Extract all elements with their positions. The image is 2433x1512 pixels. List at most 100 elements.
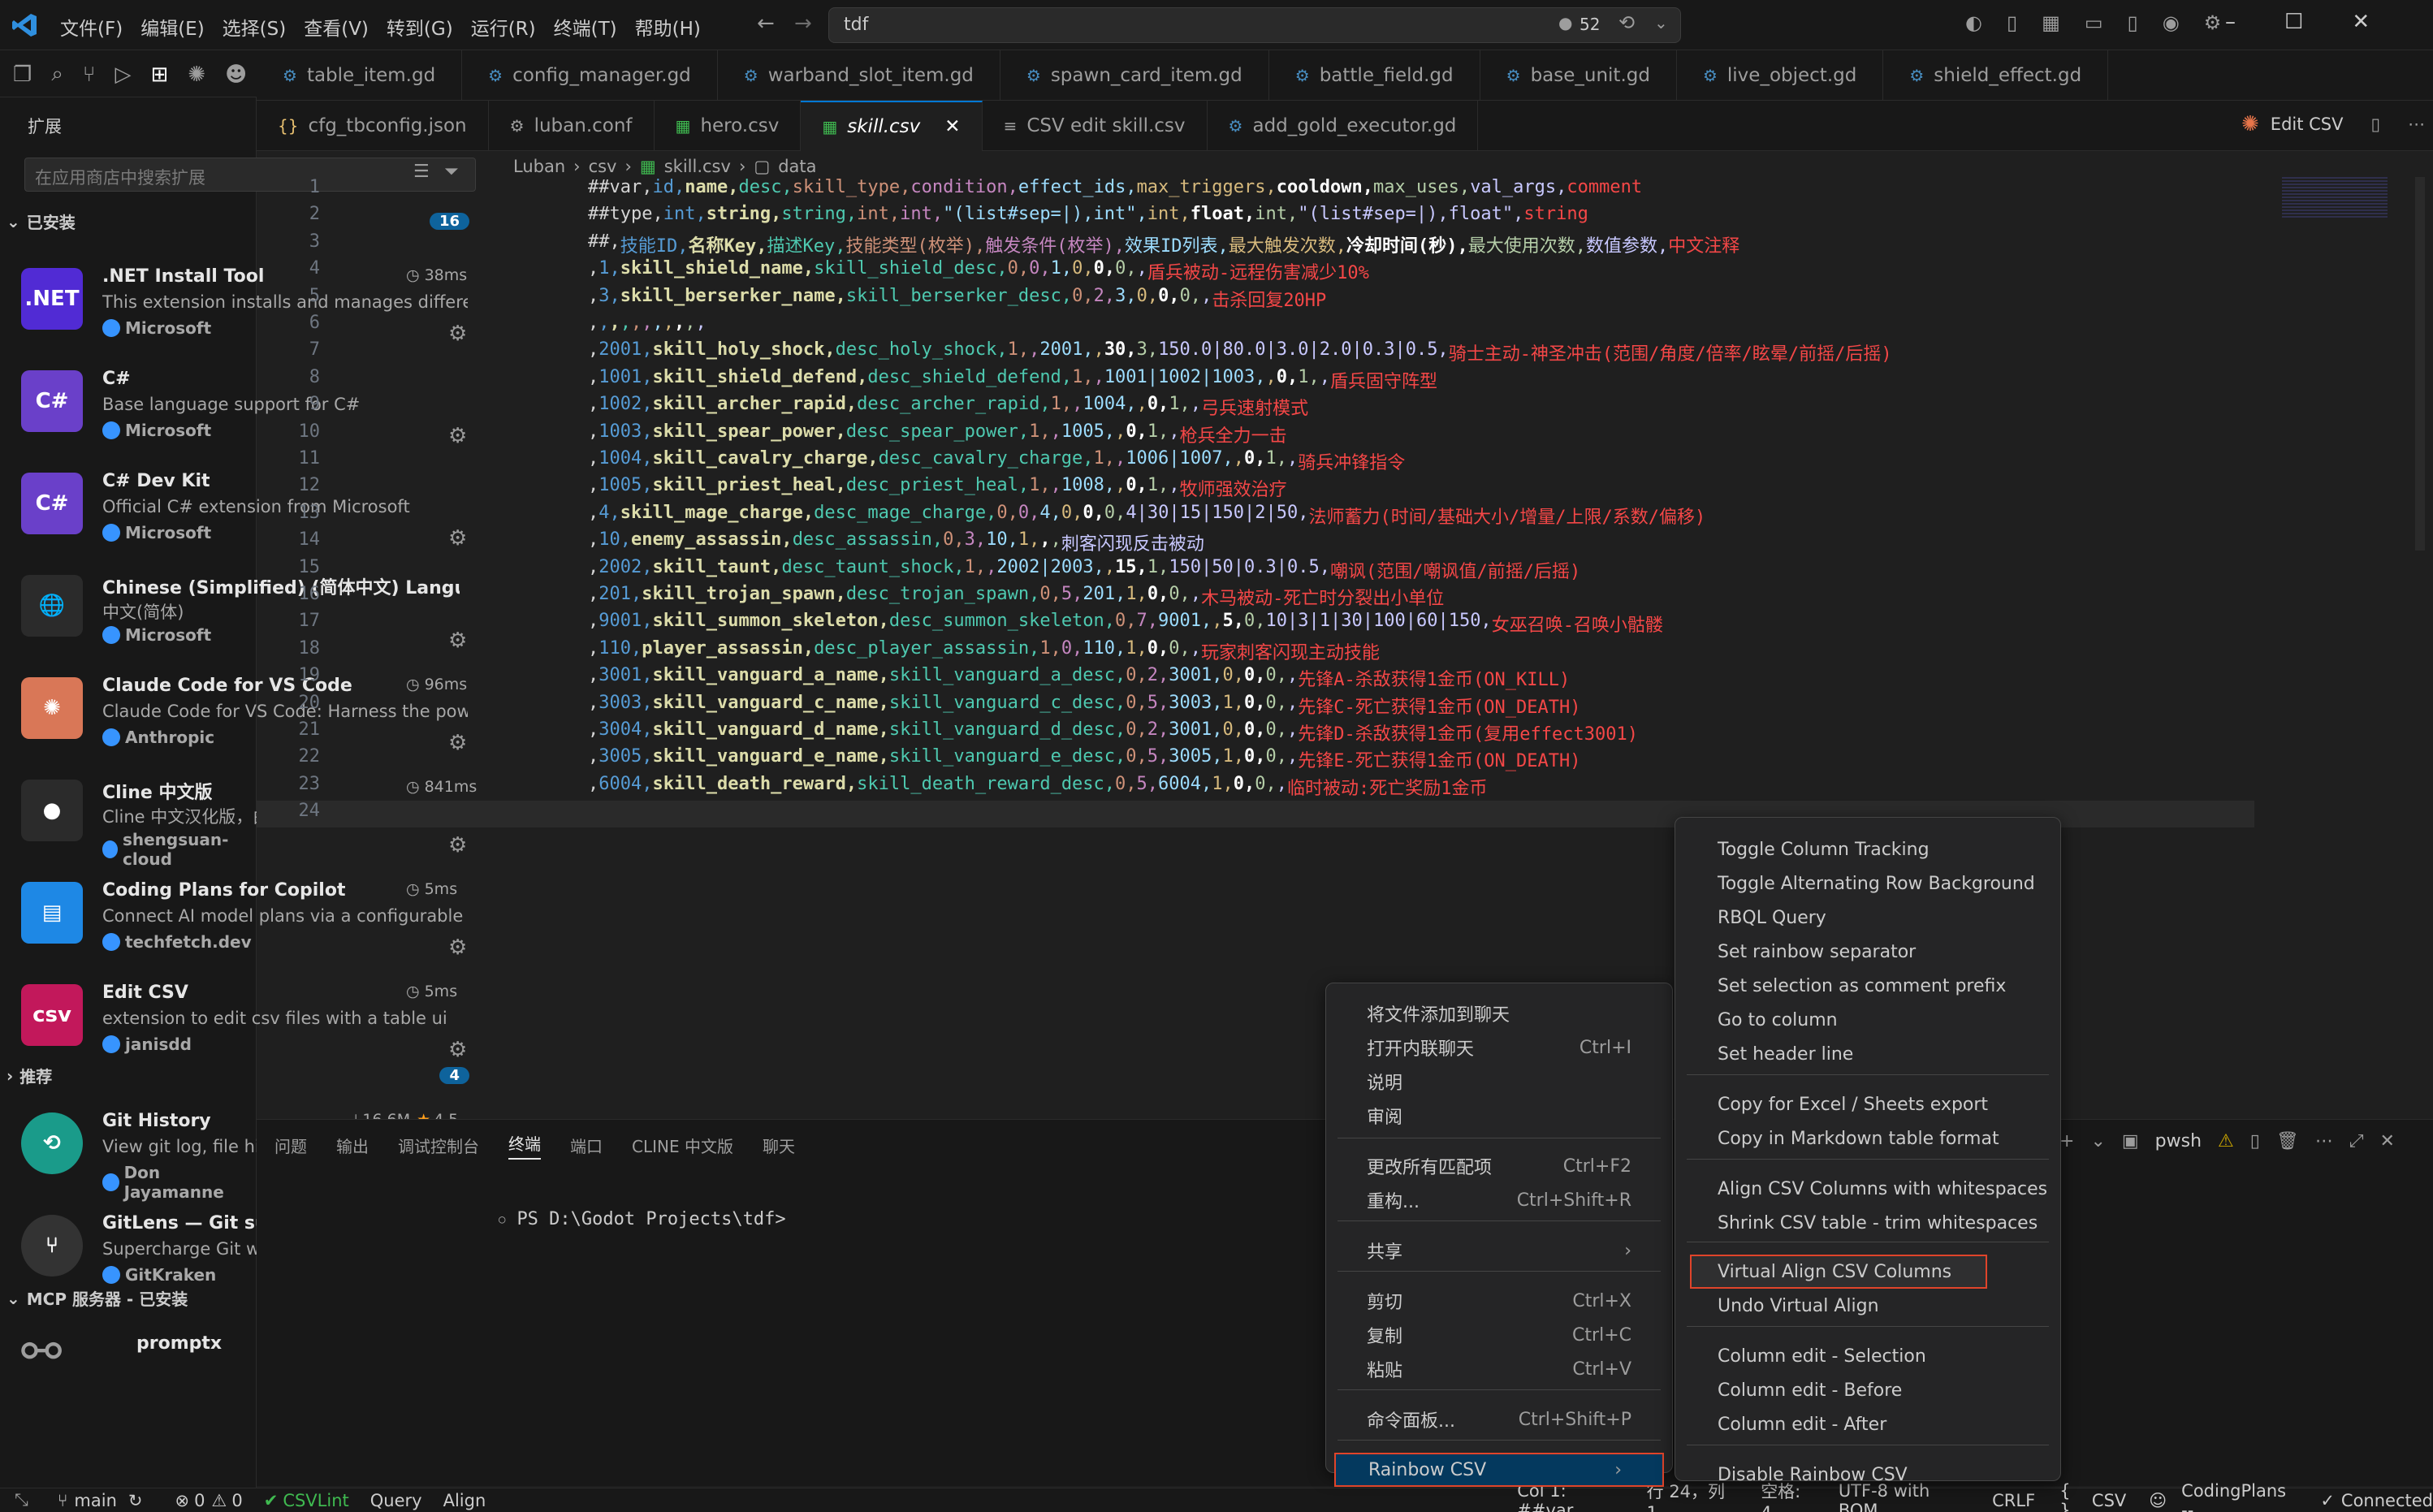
context-menu-item[interactable]: 重构... Ctrl+Shift+R: [1326, 1183, 1672, 1217]
close-window-icon[interactable]: ✕: [2352, 10, 2370, 34]
new-terminal-icon[interactable]: +: [2059, 1131, 2074, 1151]
editor-tab[interactable]: ⚙ battle_field.gd: [1269, 50, 1480, 101]
breadcrumb-luban[interactable]: Luban: [513, 157, 565, 176]
forward-arrow-icon[interactable]: →: [794, 11, 812, 36]
menu-terminal[interactable]: 终端(T): [554, 13, 617, 41]
context-menu-item[interactable]: Rainbow CSV ›: [1334, 1453, 1664, 1487]
editor-tab[interactable]: ⚙ live_object.gd: [1677, 50, 1884, 101]
editor-tab[interactable]: {} cfg_tbconfig.json: [257, 101, 489, 151]
submenu-item[interactable]: Virtual Align CSV Columns: [1690, 1255, 1987, 1289]
submenu-item[interactable]: Copy in Markdown table format: [1675, 1121, 2060, 1156]
sync-icon[interactable]: ↻: [128, 1491, 143, 1510]
menu-edit[interactable]: 编辑(E): [140, 13, 204, 41]
context-menu-item[interactable]: 命令面板... Ctrl+Shift+P: [1326, 1402, 1672, 1436]
warning-count[interactable]: 0: [231, 1491, 242, 1510]
context-menu-item[interactable]: 更改所有匹配项 Ctrl+F2: [1326, 1149, 1672, 1183]
submenu-item[interactable]: Disable Rainbow CSV: [1675, 1458, 2060, 1492]
breadcrumb-file[interactable]: skill.csv: [664, 157, 731, 176]
panel-more-icon[interactable]: ⋯: [2315, 1131, 2333, 1151]
submenu-item[interactable]: Align CSV Columns with whitespaces: [1675, 1172, 2060, 1206]
submenu-item[interactable]: Column edit - After: [1675, 1407, 2060, 1441]
submenu-item[interactable]: Set rainbow separator: [1675, 935, 2060, 969]
chevron-down-icon[interactable]: ⌄: [1654, 13, 1668, 32]
menu-go[interactable]: 转到(G): [387, 13, 453, 41]
submenu-item[interactable]: Toggle Column Tracking: [1675, 832, 2060, 866]
language-mode[interactable]: CSV: [2092, 1491, 2126, 1510]
extension-gear-icon[interactable]: ⚙: [448, 833, 467, 858]
maximize-icon[interactable]: ☐: [2284, 10, 2303, 34]
panel-tab[interactable]: 终端: [508, 1131, 541, 1160]
extension-item[interactable]: ✺ Claude Code for VS Code ◷ 96ms Claude Code…: [0, 663, 468, 765]
context-menu-item[interactable]: 将文件添加到聊天: [1326, 996, 1672, 1030]
source-control-icon[interactable]: ⑂: [83, 63, 96, 87]
extension-gear-icon[interactable]: ⚙: [448, 935, 467, 960]
context-menu-item[interactable]: 剪切 Ctrl+X: [1326, 1284, 1672, 1318]
extension-gear-icon[interactable]: ⚙: [448, 1038, 467, 1062]
panel-tab[interactable]: 输出: [336, 1134, 369, 1157]
command-center-search[interactable]: tdf ● 52 ⟲ ⌄: [828, 7, 1681, 43]
editor-tab[interactable]: ▦ hero.csv: [655, 101, 802, 151]
panel-tab[interactable]: 端口: [570, 1134, 603, 1157]
coding-plans-status[interactable]: CodingPlans --: [2181, 1481, 2297, 1512]
minimap[interactable]: [2282, 177, 2388, 218]
editor-tab[interactable]: ⚙ luban.conf: [489, 101, 655, 151]
panel-tab[interactable]: 聊天: [763, 1134, 795, 1157]
extension-item[interactable]: C# C# Base language support for C# Microsof…: [0, 356, 467, 458]
editor-tab[interactable]: ≡ CSV edit skill.csv: [983, 101, 1208, 151]
connected-status[interactable]: Connected: [2341, 1491, 2433, 1510]
copilot-icon[interactable]: ⟲: [1618, 11, 1635, 34]
explorer-icon[interactable]: ❐: [13, 63, 32, 87]
cline-icon[interactable]: ☻: [225, 63, 247, 87]
terminal-name[interactable]: pwsh: [2155, 1131, 2202, 1151]
toggle-secondary-icon[interactable]: ▯: [2128, 11, 2138, 34]
context-menu-item[interactable]: 打开内联聊天 Ctrl+I: [1326, 1030, 1672, 1065]
terminal-dropdown-icon[interactable]: ⌄: [2090, 1131, 2105, 1151]
claude-icon[interactable]: ✺: [188, 63, 205, 87]
menu-view[interactable]: 查看(V): [304, 13, 369, 41]
account-icon[interactable]: ◉: [2163, 11, 2180, 34]
toggle-panel-icon[interactable]: ▭: [2085, 11, 2103, 34]
edit-csv-icon[interactable]: ✺: [2241, 112, 2259, 136]
submenu-item[interactable]: Shrink CSV table - trim whitespaces: [1675, 1206, 2060, 1240]
submenu-item[interactable]: Set header line: [1675, 1037, 2060, 1071]
extension-item[interactable]: C# C# Dev Kit Official C# extension from M…: [0, 458, 467, 560]
menu-help[interactable]: 帮助(H): [635, 13, 701, 41]
editor-scrollbar[interactable]: [2415, 177, 2425, 551]
toggle-sidebar-icon[interactable]: ▯: [2007, 11, 2017, 34]
submenu-item[interactable]: Set selection as comment prefix: [1675, 969, 2060, 1003]
menu-file[interactable]: 文件(F): [60, 13, 123, 41]
editor-tab[interactable]: ⚙ spawn_card_item.gd: [1000, 50, 1269, 101]
editor-more-icon[interactable]: ⋯: [2408, 114, 2425, 134]
submenu-item[interactable]: Go to column: [1675, 1003, 2060, 1037]
extension-item[interactable]: ▤ Coding Plans for Copilot ◷ 5ms Connect AI …: [0, 867, 468, 970]
layout-icon[interactable]: ▦: [2042, 11, 2060, 34]
edit-csv-button[interactable]: Edit CSV: [2271, 114, 2344, 134]
context-menu-item[interactable]: 审阅: [1326, 1099, 1672, 1133]
branch-name[interactable]: main: [74, 1491, 116, 1510]
editor-tab[interactable]: ⚙ shield_effect.gd: [1883, 50, 2109, 101]
close-panel-icon[interactable]: ✕: [2379, 1131, 2394, 1151]
extension-item[interactable]: 🌐 Chinese (Simplified) (简体中文) Langu... 中文(…: [0, 560, 467, 663]
settings-gear-icon[interactable]: ⚙: [2204, 11, 2222, 34]
recommended-extension-item[interactable]: ⟲Git History⤓16.6M★4.5View git log, file…: [0, 1098, 468, 1208]
submenu-item[interactable]: Undo Virtual Align: [1675, 1289, 2060, 1323]
kill-terminal-icon[interactable]: 🗑: [2276, 1131, 2299, 1151]
minimize-icon[interactable]: –: [2225, 10, 2236, 34]
submenu-item[interactable]: Column edit - Selection: [1675, 1339, 2060, 1373]
extensions-icon[interactable]: ⊞: [150, 63, 168, 87]
submenu-item[interactable]: Column edit - Before: [1675, 1373, 2060, 1407]
context-menu-item[interactable]: 共享 ›: [1326, 1233, 1672, 1268]
extension-item[interactable]: .NET .NET Install Tool ◷ 38ms This extension…: [0, 253, 468, 356]
editor-tab[interactable]: ⚙ table_item.gd: [257, 50, 463, 101]
editor-tab[interactable]: ⚙ base_unit.gd: [1480, 50, 1677, 101]
editor-tab[interactable]: ⚙ config_manager.gd: [462, 50, 718, 101]
context-menu-item[interactable]: 说明: [1326, 1065, 1672, 1099]
menu-selection[interactable]: 选择(S): [223, 13, 287, 41]
panel-tab[interactable]: 问题: [274, 1134, 307, 1157]
run-debug-icon[interactable]: ▷: [115, 63, 131, 87]
eol-info[interactable]: CRLF: [1992, 1491, 2035, 1510]
back-arrow-icon[interactable]: ←: [757, 11, 775, 36]
mcp-server-name[interactable]: promptx: [136, 1333, 222, 1354]
panel-tab[interactable]: CLINE 中文版: [632, 1134, 733, 1157]
query-status[interactable]: Query: [370, 1491, 422, 1510]
